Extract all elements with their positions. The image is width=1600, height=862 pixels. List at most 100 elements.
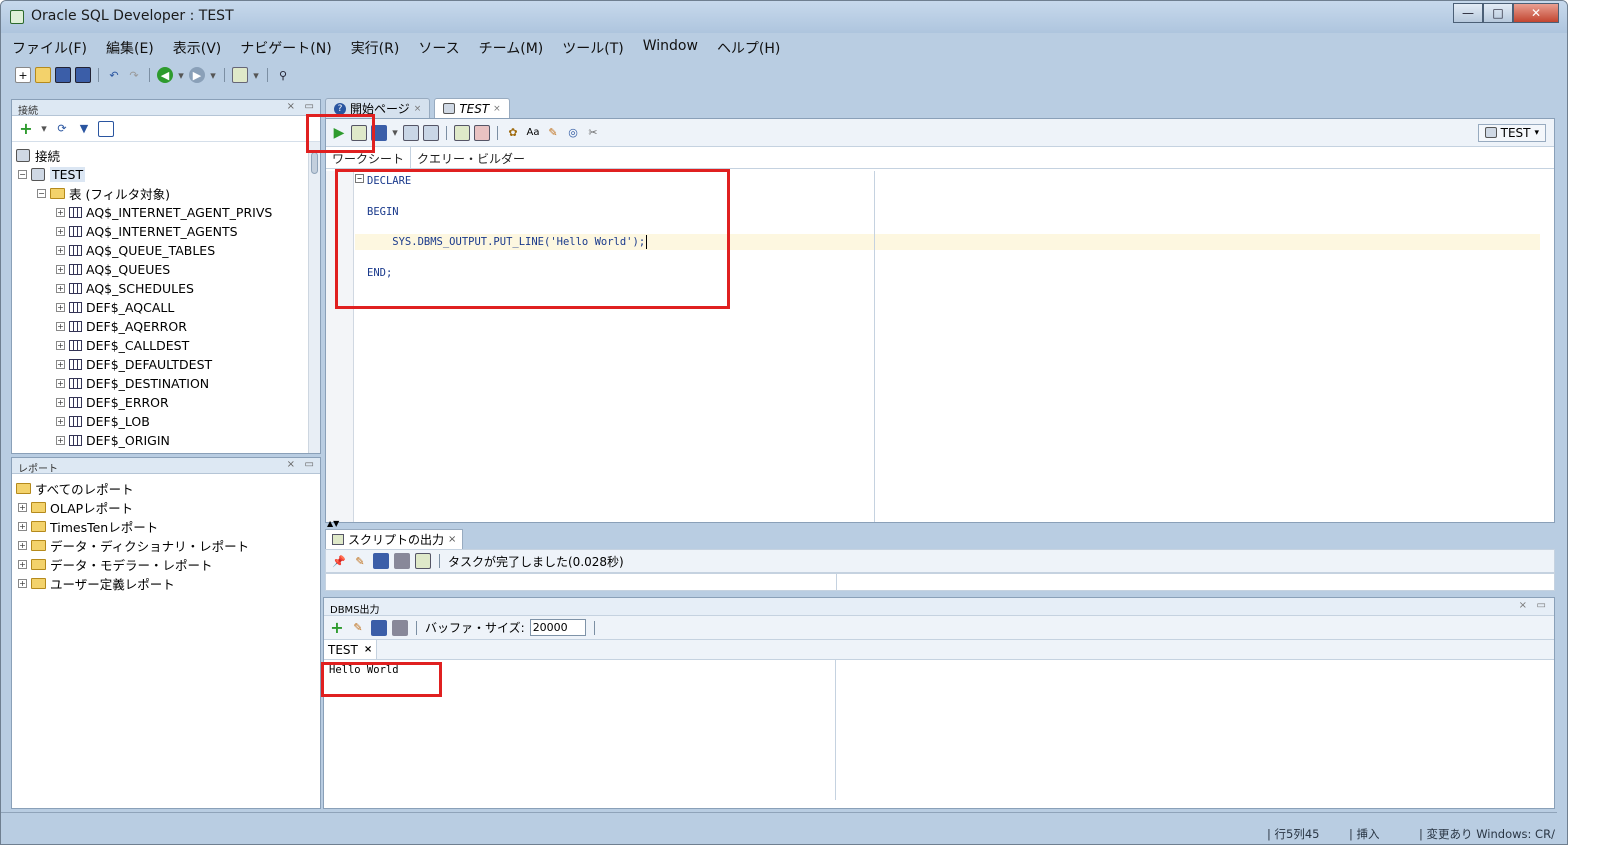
- save-all-icon[interactable]: [75, 67, 91, 83]
- expand-icon[interactable]: +: [56, 245, 65, 255]
- clear-icon[interactable]: ✎: [545, 125, 561, 141]
- close-tab-icon[interactable]: ×: [493, 104, 501, 114]
- menu-team[interactable]: チーム(M): [476, 37, 547, 59]
- maximize-button[interactable]: □: [1483, 3, 1513, 23]
- expand-icon[interactable]: +: [56, 359, 65, 369]
- expand-icon[interactable]: +: [56, 321, 65, 331]
- table-node[interactable]: + AQ$_QUEUES: [56, 260, 170, 278]
- expand-icon[interactable]: +: [56, 207, 65, 217]
- commit-dropdown-icon[interactable]: ▾: [391, 125, 399, 141]
- run-statement-icon[interactable]: ▶: [331, 125, 347, 141]
- menu-edit[interactable]: 編集(E): [103, 37, 157, 59]
- pin-icon[interactable]: 📌: [331, 553, 347, 569]
- report-node[interactable]: + データ・ディクショナリ・レポート: [18, 536, 249, 554]
- save-output-icon[interactable]: [373, 553, 389, 569]
- add-dropdown-icon[interactable]: ▾: [40, 121, 48, 137]
- report-node[interactable]: + ユーザー定義レポート: [18, 574, 175, 592]
- expand-icon[interactable]: +: [56, 340, 65, 350]
- expand-icon[interactable]: +: [18, 578, 27, 588]
- report-node[interactable]: + OLAPレポート: [18, 498, 133, 516]
- table-node[interactable]: + DEF$_AQERROR: [56, 317, 187, 335]
- panel-controls[interactable]: × ▭: [287, 459, 314, 470]
- tree-tables-node[interactable]: − 表 (フィルタ対象): [37, 184, 170, 202]
- new-file-icon[interactable]: +: [15, 67, 31, 83]
- expand-icon[interactable]: +: [56, 302, 65, 312]
- sql-history-icon[interactable]: ✿: [505, 125, 521, 141]
- to-upper-icon[interactable]: Aa: [525, 125, 541, 141]
- code-editor[interactable]: − DECLARE BEGIN SYS.DBMS_OUTPUT.PUT_LINE…: [326, 171, 1554, 522]
- clear-output-icon[interactable]: ✎: [350, 620, 366, 636]
- close-tab-icon[interactable]: ×: [414, 104, 422, 114]
- fold-icon[interactable]: −: [355, 174, 364, 183]
- tab-worksheet[interactable]: ワークシート: [326, 147, 412, 168]
- splitter-arrows[interactable]: ▲▼: [327, 520, 339, 528]
- back-icon[interactable]: ◀: [157, 67, 173, 83]
- format-icon[interactable]: ✂: [585, 125, 601, 141]
- report-node[interactable]: + データ・モデラー・レポート: [18, 555, 213, 573]
- table-node[interactable]: + AQ$_QUEUE_TABLES: [56, 241, 215, 259]
- scroll-thumb[interactable]: [311, 152, 318, 174]
- forward-icon[interactable]: ▶: [189, 67, 205, 83]
- expand-icon[interactable]: +: [18, 540, 27, 550]
- dbms-output-text-area[interactable]: Hello World: [324, 660, 1554, 800]
- expand-icon[interactable]: +: [56, 283, 65, 293]
- tree-root-connections[interactable]: 接続: [16, 146, 60, 164]
- autotrace-icon[interactable]: [454, 124, 470, 141]
- menu-view[interactable]: 表示(V): [170, 37, 225, 59]
- tab-dbms-test[interactable]: TEST ×: [324, 640, 378, 659]
- menu-help[interactable]: ヘルプ(H): [714, 37, 783, 59]
- enable-dbms-output-icon[interactable]: +: [329, 619, 345, 636]
- expand-icon[interactable]: +: [56, 378, 65, 388]
- undo-icon[interactable]: ↶: [106, 67, 122, 83]
- collapse-icon[interactable]: −: [37, 188, 46, 198]
- save-output-icon[interactable]: [371, 619, 387, 636]
- tab-start-page[interactable]: ? 開始ページ ×: [325, 98, 431, 118]
- connection-selector[interactable]: TEST ▾: [1477, 123, 1546, 142]
- report-node[interactable]: + TimesTenレポート: [18, 517, 158, 535]
- sql-worksheet-icon[interactable]: [232, 67, 248, 83]
- buffer-size-input[interactable]: [529, 619, 586, 636]
- menu-tools[interactable]: ツール(T): [559, 37, 626, 59]
- connections-scrollbar[interactable]: [308, 142, 320, 453]
- menu-navigate[interactable]: ナビゲート(N): [237, 37, 334, 59]
- panel-controls[interactable]: × ▭: [1519, 600, 1546, 611]
- table-node[interactable]: + AQ$_INTERNET_AGENT_PRIVS: [56, 203, 272, 221]
- binoculars-icon[interactable]: ⚲: [275, 67, 291, 83]
- script-output-body[interactable]: [325, 573, 1555, 591]
- print-icon[interactable]: [392, 619, 408, 636]
- filter-icon[interactable]: ▼: [76, 121, 92, 137]
- expand-icon[interactable]: +: [56, 397, 65, 407]
- expand-icon[interactable]: +: [56, 435, 65, 445]
- table-node[interactable]: + DEF$_DEFAULTDEST: [56, 355, 212, 373]
- table-node[interactable]: + DEF$_AQCALL: [56, 298, 174, 316]
- expand-icon[interactable]: +: [18, 559, 27, 569]
- print-icon[interactable]: [394, 553, 410, 569]
- close-button[interactable]: ✕: [1513, 3, 1559, 23]
- table-node[interactable]: + DEF$_ORIGIN: [56, 431, 170, 449]
- script-icon[interactable]: [415, 553, 431, 569]
- tab-test-worksheet[interactable]: TEST ×: [434, 98, 510, 118]
- tree-connection-test[interactable]: − TEST: [18, 165, 86, 183]
- table-node[interactable]: + AQ$_SCHEDULES: [56, 279, 194, 297]
- sql-tuning-icon[interactable]: [474, 124, 490, 141]
- back-dropdown-icon[interactable]: ▾: [177, 67, 185, 83]
- save-icon[interactable]: [55, 67, 71, 83]
- table-node[interactable]: + DEF$_CALLDEST: [56, 336, 189, 354]
- open-folder-icon[interactable]: [35, 67, 51, 83]
- panel-controls[interactable]: × ▭: [287, 101, 314, 112]
- tab-script-output[interactable]: スクリプトの出力 ×: [325, 529, 464, 549]
- run-script-icon[interactable]: [351, 124, 367, 141]
- close-tab-icon[interactable]: ×: [364, 644, 372, 655]
- add-connection-icon[interactable]: +: [18, 120, 34, 137]
- collapse-icon[interactable]: −: [18, 169, 27, 179]
- menu-file[interactable]: ファイル(F): [9, 37, 90, 59]
- table-node[interactable]: + AQ$_INTERNET_AGENTS: [56, 222, 238, 240]
- menu-run[interactable]: 実行(R): [348, 37, 403, 59]
- table-node[interactable]: + DEF$_DESTINATION: [56, 374, 209, 392]
- menu-window[interactable]: Window: [640, 37, 701, 59]
- redo-icon[interactable]: ↷: [126, 67, 142, 83]
- commit-icon[interactable]: [371, 124, 387, 141]
- minimize-button[interactable]: —: [1453, 3, 1483, 23]
- tab-query-builder[interactable]: クエリー・ビルダー: [411, 147, 531, 168]
- expand-icon[interactable]: +: [56, 416, 65, 426]
